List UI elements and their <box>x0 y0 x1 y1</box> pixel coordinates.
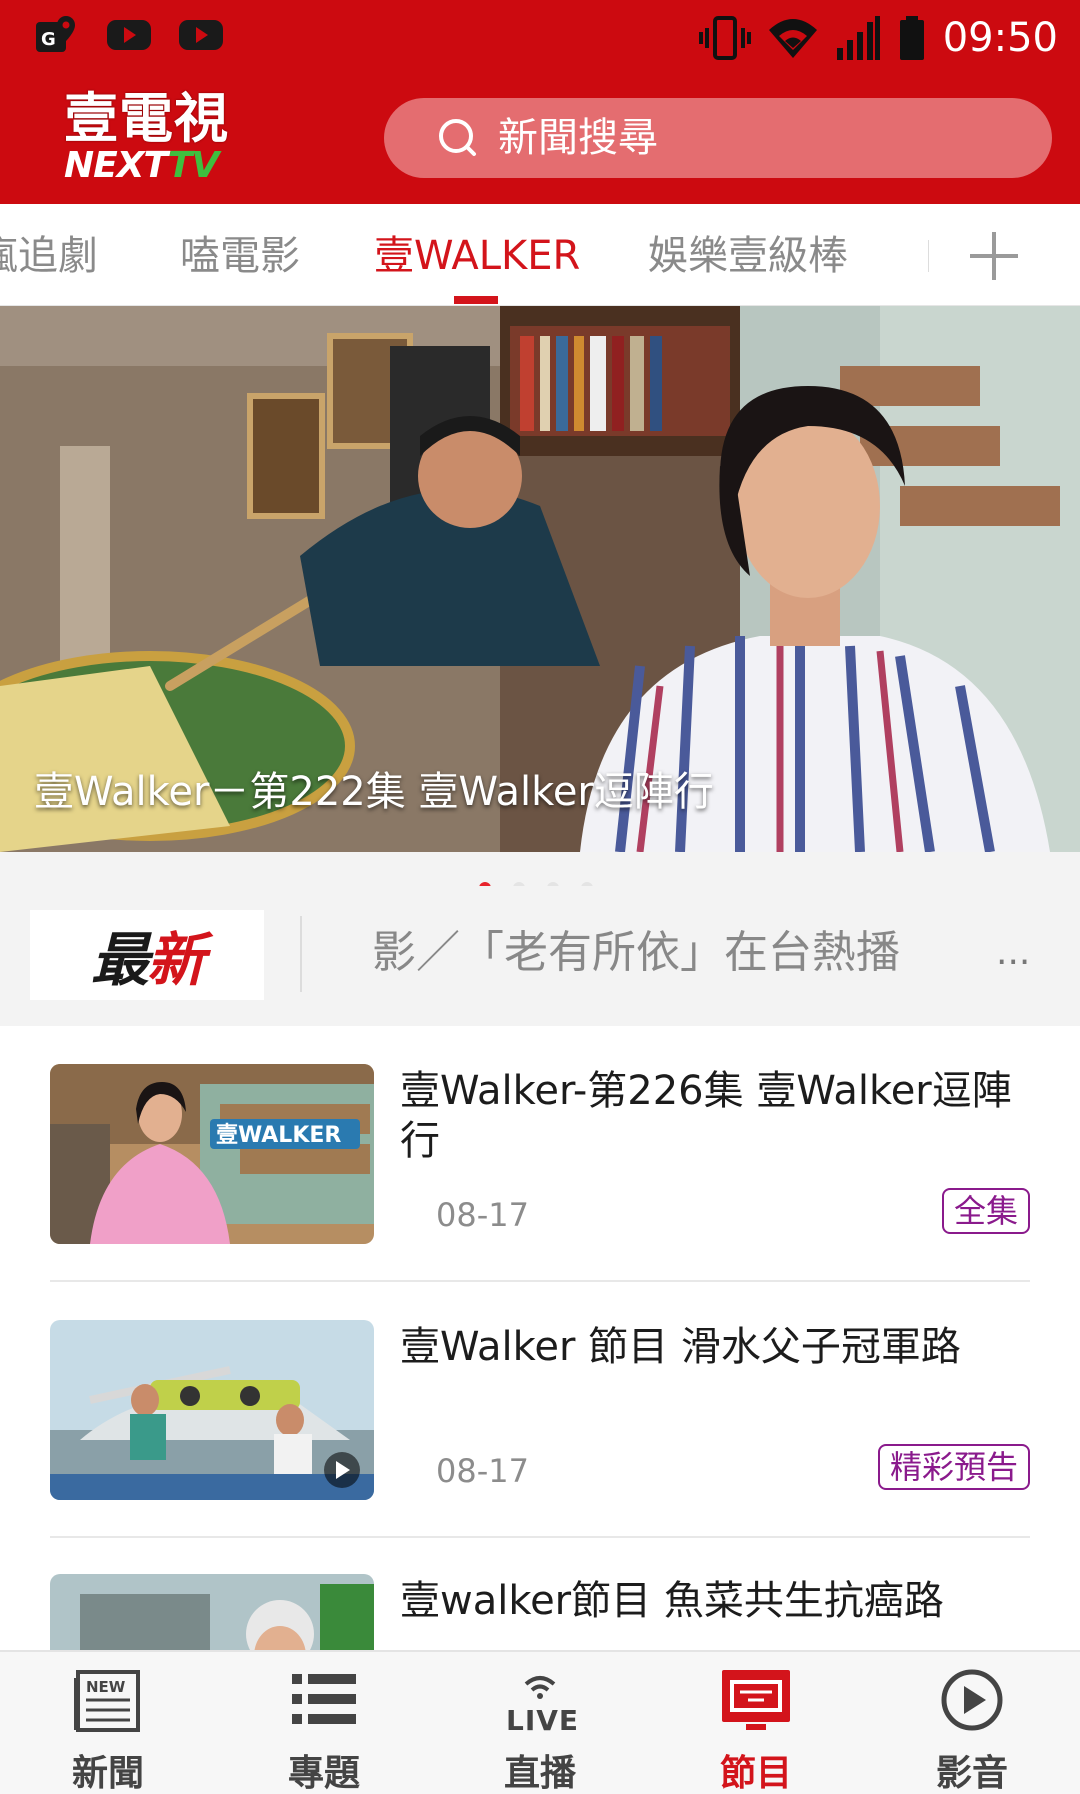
logo-next: NEXT <box>64 145 169 186</box>
search-placeholder: 新聞搜尋 <box>498 115 658 161</box>
nav-live[interactable]: LIVE 直播 <box>460 1652 620 1794</box>
tv-program-icon <box>722 1670 790 1730</box>
nav-topics[interactable]: 專題 <box>244 1652 404 1794</box>
list-item-title[interactable]: 壹walker節目 魚菜共生抗癌路 <box>400 1576 1020 1626</box>
wifi-icon <box>768 19 817 58</box>
search-icon <box>439 119 476 156</box>
latest-label-b: 新 <box>147 926 205 994</box>
tab-walker[interactable]: 壹WALKER <box>374 204 580 305</box>
list-item[interactable]: 壹WALKER 壹Walker-第226集 壹Walker逗陣行 08-17 全… <box>50 1026 1030 1282</box>
signal-icon <box>836 16 880 60</box>
latest-label-text: 最新 <box>90 913 205 997</box>
list-item-date: 08-17 <box>436 1452 529 1490</box>
tab-movie[interactable]: 嗑電影 <box>180 204 300 305</box>
thumbnail-logo-text: 壹WALKER <box>216 1123 341 1148</box>
tab-entertainment[interactable]: 娛樂壹級棒 <box>648 204 848 305</box>
list-item-thumbnail <box>50 1574 374 1650</box>
thumbnail-image <box>50 1574 374 1650</box>
nav-topics-label: 專題 <box>287 1753 360 1794</box>
hero-banner[interactable]: 壹Walker－第222集 壹Walker逗陣行 <box>0 306 1080 852</box>
nav-video[interactable]: 影音 <box>892 1652 1052 1794</box>
nav-video-label: 影音 <box>935 1753 1008 1794</box>
category-badge: 精彩預告 <box>877 1444 1030 1490</box>
bottom-navigation: NEW 新聞 專題 LIVE 直播 節目 影音 <box>0 1650 1080 1794</box>
list-item-thumbnail <box>50 1320 374 1500</box>
logo-tv: TV <box>167 145 219 186</box>
latest-label-a: 最 <box>90 926 149 994</box>
news-icon: NEW <box>74 1670 140 1732</box>
clock: 09:50 <box>942 15 1058 61</box>
nav-news[interactable]: NEW 新聞 <box>28 1652 188 1794</box>
latest-label: 最新 <box>30 910 264 1000</box>
list-item-title[interactable]: 壹Walker-第226集 壹Walker逗陣行 <box>400 1066 1020 1166</box>
youtube-notification-icon-2 <box>179 20 223 50</box>
battery-icon <box>899 16 924 60</box>
active-tab-indicator <box>454 296 498 304</box>
tab-drama[interactable]: 瘋追劇 <box>0 204 98 305</box>
nexttv-logo[interactable]: 壹電視 NEXTTV <box>60 88 256 188</box>
hero-caption: 壹Walker－第222集 壹Walker逗陣行 <box>34 769 714 815</box>
category-badge: 全集 <box>941 1188 1030 1234</box>
list-item[interactable]: 壹walker節目 魚菜共生抗癌路 <box>50 1536 1030 1650</box>
thumbnail-image: 壹WALKER <box>50 1064 374 1244</box>
search-bar[interactable]: 新聞搜尋 <box>384 98 1052 178</box>
status-bar: G 09:50 <box>0 0 1080 78</box>
add-tab-icon[interactable] <box>966 228 1022 284</box>
thumbnail-image <box>50 1320 374 1500</box>
svg-text:LIVE: LIVE <box>506 1704 576 1734</box>
svg-text:NEW: NEW <box>86 1678 126 1696</box>
list-item-date: 08-17 <box>436 1196 529 1234</box>
nav-live-label: 直播 <box>503 1753 576 1794</box>
nav-programs-label: 節目 <box>719 1753 792 1794</box>
logo-chinese: 壹電視 <box>64 86 229 150</box>
svg-text:G: G <box>41 29 56 50</box>
program-list: 壹WALKER 壹Walker-第226集 壹Walker逗陣行 08-17 全… <box>0 1026 1080 1650</box>
youtube-notification-icon <box>107 20 151 50</box>
category-tabs: 瘋追劇 嗑電影 壹WALKER 娛樂壹級棒 <box>0 204 1080 306</box>
ticker-headline[interactable]: 影／「老有所依」在台熱播 <box>372 912 900 994</box>
nav-programs[interactable]: 節目 <box>676 1652 836 1794</box>
list-icon <box>292 1674 356 1724</box>
logo-english: NEXTTV <box>64 145 219 186</box>
play-icon <box>941 1669 1003 1731</box>
nav-news-label: 新聞 <box>71 1753 144 1794</box>
tab-divider <box>928 240 929 272</box>
list-item-thumbnail: 壹WALKER <box>50 1064 374 1244</box>
system-status: 09:50 <box>698 12 1058 64</box>
maps-notification-icon: G <box>36 16 75 52</box>
list-item[interactable]: 壹Walker 節目 滑水父子冠軍路 08-17 精彩預告 <box>50 1282 1030 1538</box>
live-icon: LIVE <box>506 1676 576 1734</box>
vibrate-icon <box>698 16 751 60</box>
app-header: G 09:50 壹電視 NEXTTV 新聞搜尋 <box>0 0 1080 204</box>
ticker-divider <box>300 916 302 992</box>
ticker-ellipsis: ... <box>996 932 1031 973</box>
notification-icons: G <box>34 14 224 56</box>
list-item-title[interactable]: 壹Walker 節目 滑水父子冠軍路 <box>400 1322 1020 1372</box>
latest-news-ticker[interactable]: 最新 影／「老有所依」在台熱播 ... <box>0 886 1080 1026</box>
